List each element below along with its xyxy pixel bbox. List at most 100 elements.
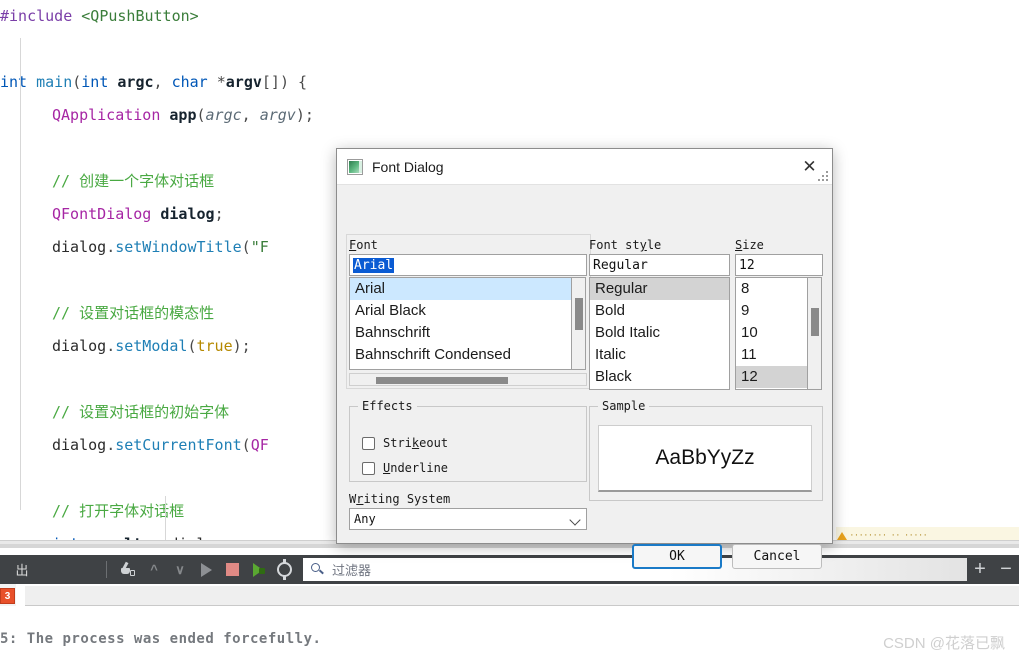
process-status-message: 5: The process was ended forcefully. (0, 631, 322, 647)
code-token: . (106, 238, 116, 256)
filter-placeholder: 过滤器 (332, 563, 372, 578)
play-icon[interactable] (194, 558, 218, 582)
effects-legend: Effects (358, 399, 417, 413)
code-token: ); (295, 106, 314, 124)
code-token: dialog (52, 238, 107, 256)
dialog-title: Font Dialog (372, 158, 444, 175)
writing-system-select[interactable]: Any (349, 508, 587, 530)
debug-run-icon[interactable] (246, 558, 270, 582)
code-token: . (106, 436, 116, 454)
warning-triangle-icon (837, 532, 847, 540)
indent-guide (20, 38, 21, 510)
issues-header-row (25, 586, 1019, 606)
code-token: true (196, 337, 233, 355)
code-token: * (207, 73, 226, 91)
code-line: QApplication app(argc, argv); (0, 99, 1019, 132)
size-label: Size (735, 238, 764, 252)
list-item[interactable]: 10 (736, 322, 807, 344)
code-token: argv (225, 73, 262, 91)
code-token: // 创建一个字体对话框 (52, 172, 215, 190)
error-count-badge[interactable]: 3 (0, 588, 15, 604)
resize-grip[interactable] (818, 171, 829, 182)
list-item[interactable]: 9 (736, 300, 807, 322)
code-token: <QPushButton> (81, 7, 199, 25)
size-list-scrollbar[interactable] (808, 277, 822, 390)
size-list[interactable]: 8 9 10 11 12 (735, 277, 808, 390)
output-pane-toolbar[interactable]: 出 ^ ∨ 过滤器 + − (0, 555, 1019, 584)
list-item[interactable]: Black (590, 366, 729, 388)
strikeout-checkbox-row[interactable]: Strikeout (362, 436, 448, 450)
toolbar-app-label: 出 (15, 563, 29, 578)
chevron-down-icon (569, 514, 581, 526)
code-token: argv (259, 106, 296, 124)
code-token: // 设置对话框的模态性 (52, 304, 215, 322)
watermark-text: CSDN @花落已飘 (883, 635, 1005, 652)
size-input[interactable]: 12 (735, 254, 823, 276)
code-token: ( (187, 337, 197, 355)
list-item[interactable]: 8 (736, 278, 807, 300)
code-token: , (153, 73, 172, 91)
zoom-in-button[interactable]: + (967, 558, 993, 581)
code-token: ( (241, 238, 251, 256)
size-list-scroll-thumb[interactable] (811, 308, 819, 336)
code-line: int main(int argc, char *argv[]) { (0, 66, 1019, 99)
code-token: ( (196, 106, 206, 124)
code-token: "F (250, 238, 269, 256)
toolbar-separator (106, 561, 107, 578)
underline-checkbox[interactable] (362, 461, 375, 475)
cancel-button[interactable]: Cancel (732, 544, 822, 569)
list-item[interactable]: 12 (736, 366, 807, 388)
chevron-down-icon[interactable]: ∨ (168, 558, 192, 582)
font-style-label: Font style (589, 238, 662, 252)
list-item[interactable]: Bold Italic (590, 322, 729, 344)
font-style-list[interactable]: Regular Bold Bold Italic Italic Black (589, 277, 730, 390)
code-token: argc (117, 73, 154, 91)
list-item[interactable]: Regular (590, 278, 729, 300)
indent-guide (165, 496, 166, 540)
code-token: setModal (115, 337, 188, 355)
code-token: ( (241, 436, 251, 454)
code-token: ; (214, 205, 224, 223)
code-token: main (36, 73, 73, 91)
font-style-input[interactable]: Regular (589, 254, 730, 276)
code-token: ( (72, 73, 82, 91)
list-item[interactable]: 11 (736, 344, 807, 366)
chevron-up-icon[interactable]: ^ (142, 558, 166, 582)
code-token: , (241, 106, 260, 124)
dialog-titlebar[interactable]: Font Dialog ✕ (337, 149, 832, 185)
code-token: #include (0, 7, 73, 25)
code-token: QFontDialog (52, 205, 152, 223)
font-dialog[interactable]: Font Dialog ✕ Font Arial Arial Arial Blac… (336, 148, 833, 569)
app-window-icon (347, 158, 363, 175)
stop-icon[interactable] (220, 558, 244, 582)
gear-icon[interactable] (272, 558, 296, 582)
list-item[interactable]: Italic (590, 344, 729, 366)
clear-output-icon[interactable] (116, 558, 140, 582)
font-column-frame (346, 234, 591, 389)
list-item[interactable]: Bold (590, 300, 729, 322)
code-token: // 设置对话框的初始字体 (52, 403, 230, 421)
search-icon (311, 562, 325, 577)
sample-legend: Sample (598, 399, 650, 413)
underline-checkbox-row[interactable]: Underline (362, 461, 448, 475)
underline-label: Underline (383, 461, 449, 475)
sample-text: AaBbYyZz (655, 446, 755, 469)
code-token: int (0, 73, 28, 91)
code-token: []) { (261, 73, 308, 91)
strikeout-label: Strikeout (383, 436, 449, 450)
code-token: int (81, 73, 109, 91)
sample-preview: AaBbYyZz (598, 425, 812, 492)
code-token: char (171, 73, 208, 91)
ok-button[interactable]: OK (632, 544, 722, 569)
code-token: ); (232, 337, 251, 355)
strikeout-checkbox[interactable] (362, 436, 375, 450)
code-token: QF (250, 436, 269, 454)
code-token: argc (205, 106, 242, 124)
code-line: #include <QPushButton> (0, 0, 1019, 33)
zoom-out-button[interactable]: − (993, 558, 1019, 581)
code-token: . (106, 337, 116, 355)
code-token: dialog (160, 205, 215, 223)
writing-system-label: Writing System (349, 492, 451, 506)
